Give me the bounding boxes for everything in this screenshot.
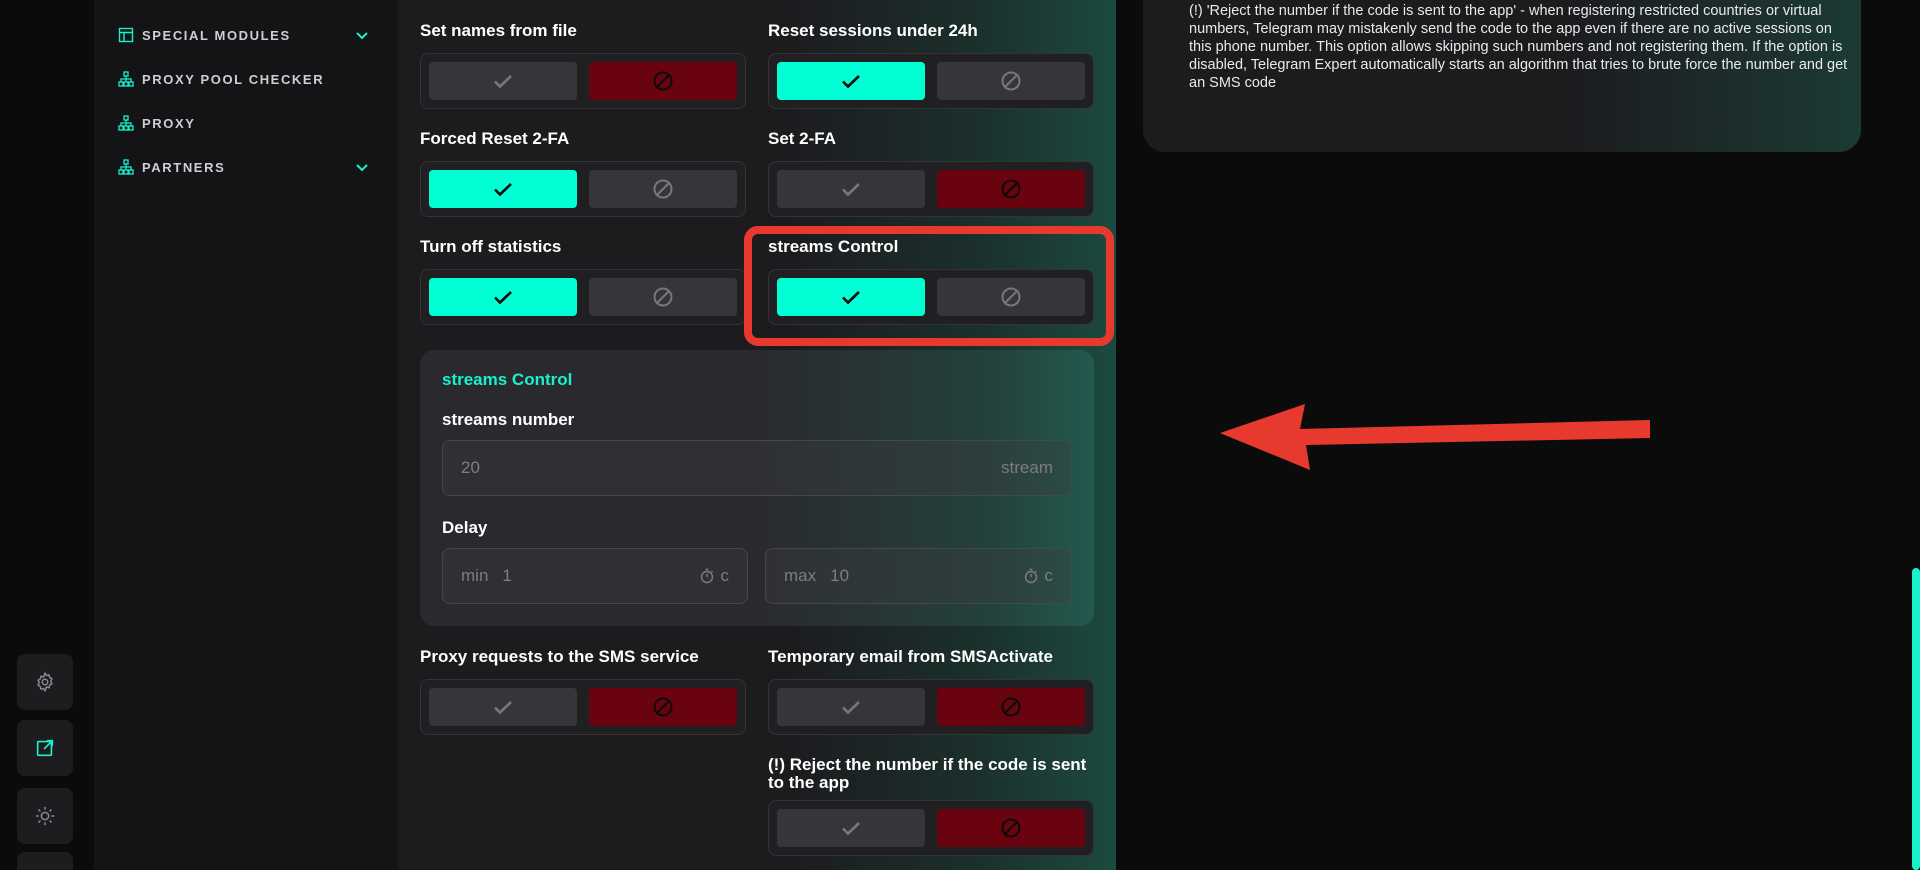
setting-label: Reset sessions under 24h (768, 21, 978, 40)
setting-toggle (768, 53, 1094, 109)
toggle-disable-button[interactable] (589, 278, 737, 316)
delay-max-prefix: max (784, 566, 817, 585)
setting-label: Forced Reset 2-FA (420, 129, 570, 148)
check-icon (494, 183, 512, 197)
scrollbar-thumb[interactable] (1912, 568, 1920, 870)
check-icon (842, 183, 860, 197)
sidebar-item-label: PARTNERS (142, 159, 226, 175)
toggle-enable-button[interactable] (429, 170, 577, 208)
toggle-disable-button[interactable] (937, 809, 1085, 847)
ban-icon (653, 697, 673, 717)
delay-min-input[interactable]: min 1 c (442, 548, 748, 604)
delay-min-unit: c (720, 566, 730, 585)
info-text: (!) 'Reject the number if the code is se… (1189, 3, 1848, 91)
setting-toggle (768, 679, 1094, 735)
delay-max-unit: c (1044, 566, 1054, 585)
delay-max-input[interactable]: max 10 c (765, 548, 1072, 604)
sidebar-item-label: PROXY POOL CHECKER (142, 71, 325, 87)
table-icon (118, 27, 134, 43)
streams-number-placeholder: 20 (461, 458, 480, 477)
delay-min-value: 1 (502, 566, 512, 585)
sidebar-item-partners[interactable]: PARTNERS (118, 156, 370, 178)
sidebar-item-label: SPECIAL MODULES (142, 27, 291, 43)
toggle-enable-button[interactable] (429, 62, 577, 100)
setting-label: Temporary email from SMSActivate (768, 647, 1053, 666)
ban-icon (653, 179, 673, 199)
sidebar-nav: SPECIAL MODULES PROXY POOL CHECKER PROXY… (94, 0, 398, 870)
streams-number-suffix: stream (1001, 458, 1053, 477)
streams-control-title: streams Control (442, 370, 573, 389)
setting-toggle (420, 679, 746, 735)
setting-label: Set 2-FA (768, 129, 837, 148)
delay-max-value: 10 (830, 566, 850, 585)
delay-label: Delay (442, 518, 488, 537)
streams-control-card: streams Control streams number 20 stream… (420, 350, 1094, 626)
toggle-disable-button[interactable] (589, 170, 737, 208)
ban-icon (1001, 697, 1021, 717)
delay-min-prefix: min (461, 566, 489, 585)
ban-icon (1001, 179, 1021, 199)
setting-label: Set names from file (420, 21, 577, 40)
toggle-disable-button[interactable] (589, 688, 737, 726)
network-icon (118, 115, 134, 131)
toggle-disable-button[interactable] (937, 62, 1085, 100)
delay-min-suffix: c (699, 566, 730, 586)
sidebar-item-label: PROXY (142, 115, 196, 131)
setting-toggle (420, 269, 746, 325)
settings-button[interactable] (17, 654, 73, 710)
stopwatch-icon (700, 568, 713, 584)
network-icon (118, 71, 134, 87)
gear-icon (37, 671, 53, 693)
toggle-enable-button[interactable] (777, 170, 925, 208)
sidebar-item-proxy[interactable]: PROXY (118, 112, 370, 134)
check-icon (842, 822, 860, 836)
chevron-down-icon[interactable] (354, 27, 370, 43)
app-rail (0, 0, 94, 870)
toggle-enable-button[interactable] (777, 809, 925, 847)
toggle-disable-button[interactable] (937, 688, 1085, 726)
ban-icon (653, 287, 673, 307)
check-icon (494, 291, 512, 305)
ban-icon (1001, 71, 1021, 91)
network-icon (118, 159, 134, 175)
setting-label: Turn off statistics (420, 237, 562, 256)
setting-label: (!) Reject the number if the code is sen… (768, 755, 1087, 792)
setting-toggle (768, 800, 1094, 856)
setting-toggle (420, 53, 746, 109)
annotation-arrow-icon (1220, 404, 1650, 470)
toggle-disable-button[interactable] (589, 62, 737, 100)
streams-number-input[interactable]: 20 stream (442, 440, 1072, 496)
setting-toggle (768, 161, 1094, 217)
check-icon (494, 701, 512, 715)
check-icon (494, 75, 512, 89)
rail-extra-button[interactable] (17, 852, 73, 870)
toggle-enable-button[interactable] (429, 278, 577, 316)
open-external-button[interactable] (17, 720, 73, 776)
setting-toggle (420, 161, 746, 217)
sidebar-item-special-modules[interactable]: SPECIAL MODULES (118, 24, 370, 46)
check-icon (842, 701, 860, 715)
sidebar-item-proxy-pool-checker[interactable]: PROXY POOL CHECKER (118, 68, 370, 90)
info-panel: (!) 'Reject the number if the code is se… (1143, 0, 1861, 152)
annotation-highlight-box (744, 226, 1114, 346)
setting-label: Proxy requests to the SMS service (420, 647, 699, 666)
chevron-down-icon[interactable] (354, 159, 370, 175)
stopwatch-icon (1024, 568, 1037, 584)
toggle-enable-button[interactable] (429, 688, 577, 726)
ban-icon (1001, 818, 1021, 838)
toggle-enable-button[interactable] (777, 62, 925, 100)
ban-icon (653, 71, 673, 91)
toggle-enable-button[interactable] (777, 688, 925, 726)
delay-max-suffix: c (1023, 566, 1054, 586)
sun-icon (35, 806, 55, 826)
toggle-disable-button[interactable] (937, 170, 1085, 208)
external-link-icon (36, 739, 54, 757)
streams-number-label: streams number (442, 410, 575, 429)
check-icon (842, 75, 860, 89)
theme-toggle-button[interactable] (17, 788, 73, 844)
